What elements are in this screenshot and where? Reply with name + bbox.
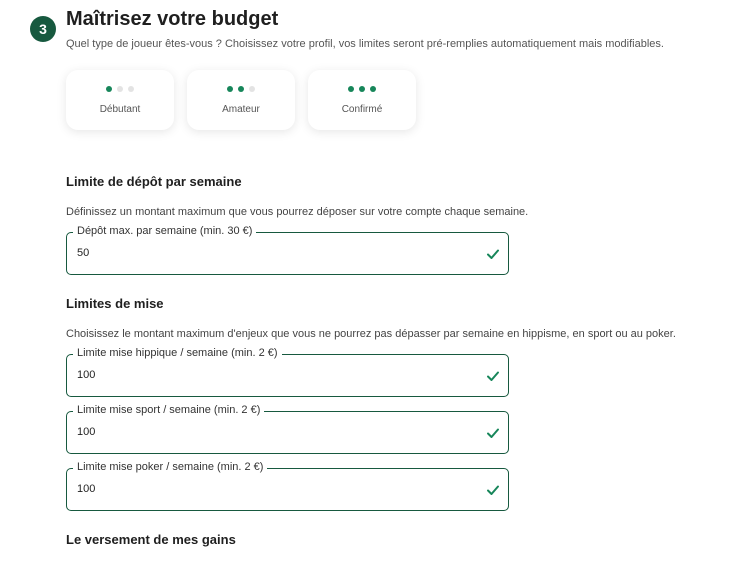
horse-bet-limit-field[interactable]: Limite mise hippique / semaine (min. 2 €…: [66, 347, 509, 397]
deposit-limit-label: Dépôt max. par semaine (min. 30 €): [73, 225, 257, 237]
poker-bet-limit-input[interactable]: [77, 483, 457, 495]
profile-label: Confirmé: [341, 103, 383, 115]
level-dot: [227, 85, 233, 92]
poker-bet-limit-label: Limite mise poker / semaine (min. 2 €): [73, 461, 268, 473]
poker-bet-limit-field[interactable]: Limite mise poker / semaine (min. 2 €): [66, 461, 509, 511]
deposit-section-description: Définissez un montant maximum que vous p…: [66, 206, 529, 218]
horse-bet-limit-input[interactable]: [77, 369, 457, 381]
winnings-section-title: Le versement de mes gains: [66, 532, 236, 547]
step-number-badge: 3: [30, 16, 56, 42]
profile-card-debutant[interactable]: Débutant: [66, 70, 174, 130]
profile-label: Débutant: [99, 103, 141, 115]
bets-section-title: Limites de mise: [66, 296, 164, 311]
page-subtitle: Quel type de joueur êtes-vous ? Choisiss…: [66, 38, 664, 50]
sport-bet-limit-input[interactable]: [77, 426, 457, 438]
profile-selector: Débutant Amateur Confirmé: [66, 70, 416, 130]
check-icon: [487, 485, 499, 495]
deposit-limit-input[interactable]: [77, 247, 457, 259]
profile-label: Amateur: [222, 103, 260, 115]
level-indicator: [348, 85, 376, 92]
level-dot: [359, 85, 365, 92]
check-icon: [487, 428, 499, 438]
profile-card-confirme[interactable]: Confirmé: [308, 70, 416, 130]
level-dot: [128, 85, 134, 92]
deposit-limit-field[interactable]: Dépôt max. par semaine (min. 30 €): [66, 225, 509, 275]
bets-section-description: Choisissez le montant maximum d'enjeux q…: [66, 328, 676, 340]
level-dot: [370, 85, 376, 92]
deposit-section-title: Limite de dépôt par semaine: [66, 174, 242, 189]
sport-bet-limit-field[interactable]: Limite mise sport / semaine (min. 2 €): [66, 404, 509, 454]
sport-bet-limit-label: Limite mise sport / semaine (min. 2 €): [73, 404, 265, 416]
check-icon: [487, 249, 499, 259]
level-dot: [117, 85, 123, 92]
level-dot: [249, 85, 255, 92]
level-dot: [238, 85, 244, 92]
level-indicator: [106, 85, 134, 92]
horse-bet-limit-label: Limite mise hippique / semaine (min. 2 €…: [73, 347, 282, 359]
profile-card-amateur[interactable]: Amateur: [187, 70, 295, 130]
check-icon: [487, 371, 499, 381]
page-title: Maîtrisez votre budget: [66, 8, 279, 30]
level-indicator: [227, 85, 255, 92]
level-dot: [106, 85, 112, 92]
level-dot: [348, 85, 354, 92]
